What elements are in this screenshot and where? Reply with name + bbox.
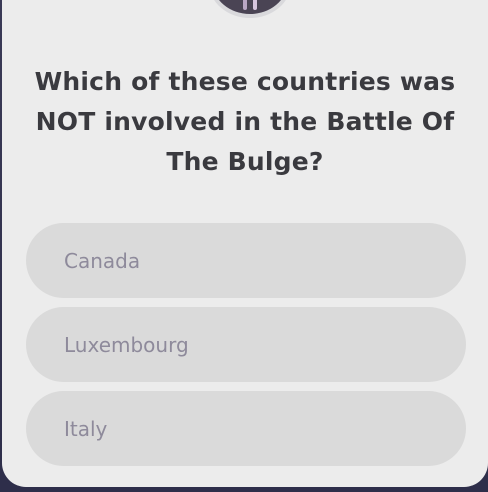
answer-option-label: Canada bbox=[64, 248, 141, 273]
answer-option-label: Italy bbox=[64, 416, 108, 441]
answer-option-luxembourg[interactable]: Luxembourg bbox=[26, 307, 466, 382]
question-text: Which of these countries was NOT involve… bbox=[34, 67, 456, 176]
answer-option-canada[interactable]: Canada bbox=[26, 223, 466, 298]
answer-options: Canada Luxembourg Italy bbox=[26, 223, 466, 475]
avatar bbox=[209, 0, 291, 18]
app-background: Which of these countries was NOT involve… bbox=[0, 0, 488, 492]
avatar-detail bbox=[243, 0, 247, 10]
avatar-detail bbox=[253, 0, 257, 10]
question-card: Which of these countries was NOT involve… bbox=[2, 0, 488, 487]
answer-option-label: Luxembourg bbox=[64, 332, 189, 357]
answer-option-italy[interactable]: Italy bbox=[26, 391, 466, 466]
